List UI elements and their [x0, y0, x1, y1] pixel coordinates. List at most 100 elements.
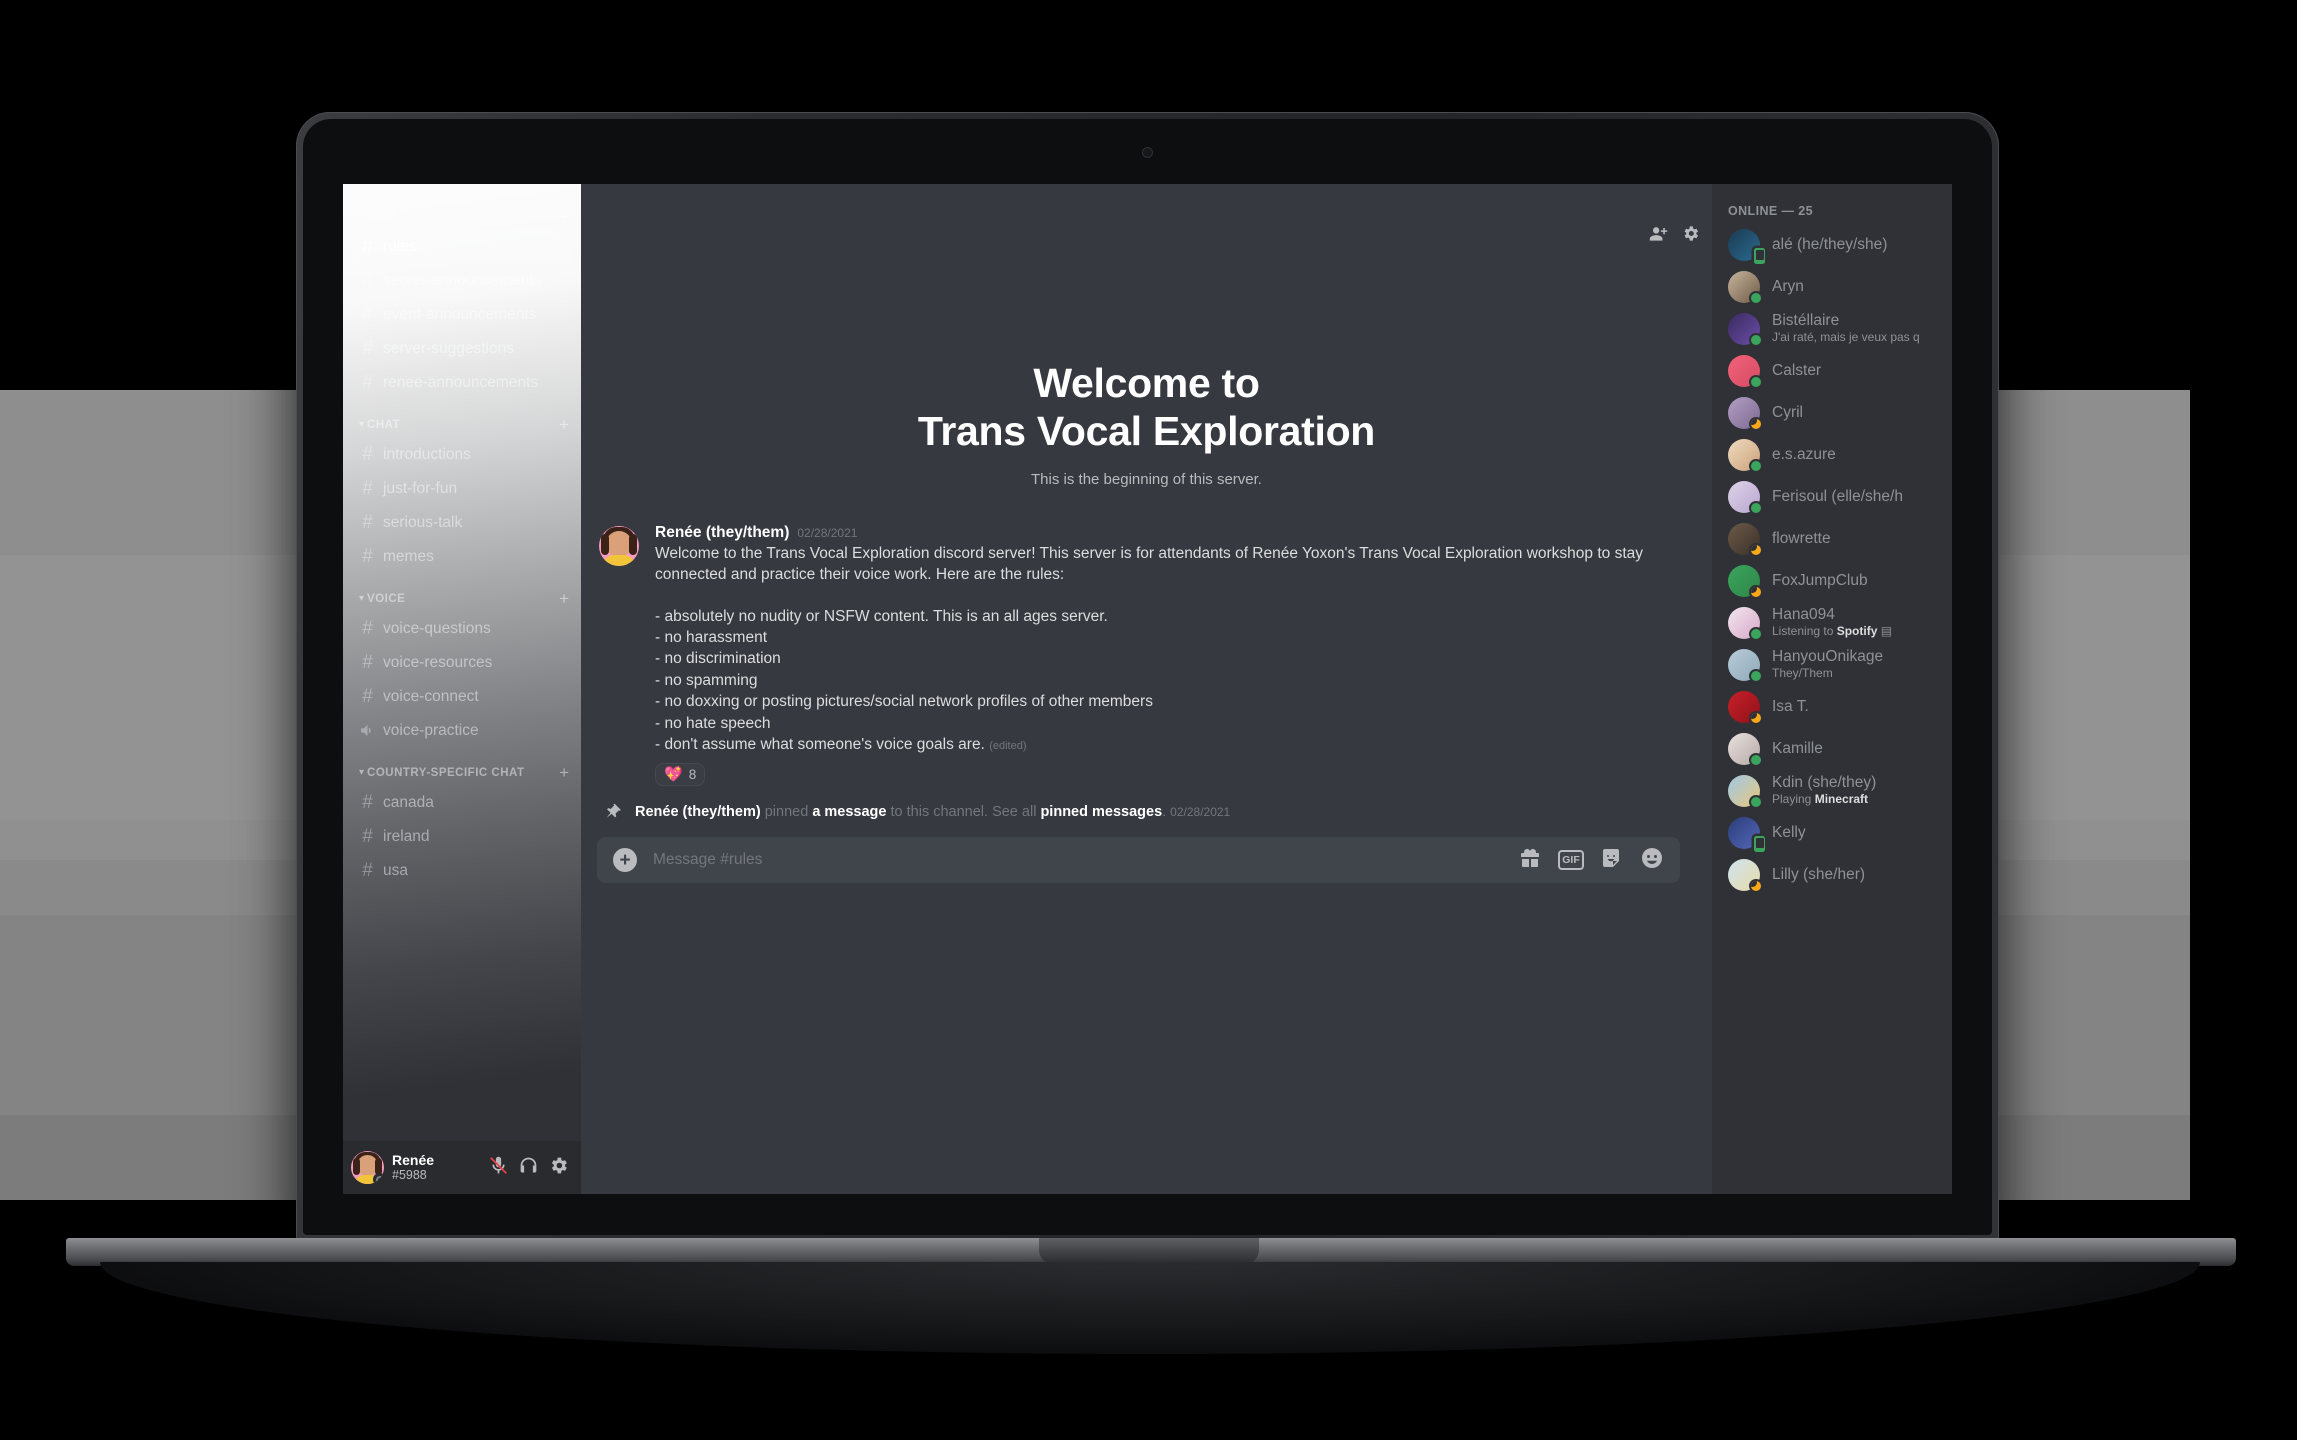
member-row[interactable]: Kelly: [1712, 812, 1952, 854]
avatar[interactable]: [1728, 775, 1763, 809]
avatar[interactable]: [1728, 733, 1763, 767]
hash-icon: #: [362, 477, 373, 499]
sidebar-item-rules[interactable]: # rules: [351, 230, 573, 263]
sidebar-item-event-announcements[interactable]: # event-announcements: [351, 298, 573, 331]
member-row[interactable]: Cyril: [1712, 392, 1952, 434]
gift-icon[interactable]: [1518, 846, 1542, 875]
member-row[interactable]: Calster: [1712, 350, 1952, 392]
add-member-icon[interactable]: [1649, 224, 1668, 248]
sidebar-item-voice-questions[interactable]: # voice-questions: [351, 612, 573, 645]
channel-list[interactable]: ▾ INFO + # rules # server-announcements: [343, 184, 581, 1141]
online-status-icon: [1751, 629, 1761, 639]
sticker-icon[interactable]: [1600, 846, 1624, 875]
avatar[interactable]: [1728, 565, 1763, 599]
category-country-specific-chat[interactable]: ▾ COUNTRY-SPECIFIC CHAT +: [343, 748, 581, 785]
avatar[interactable]: [1728, 313, 1763, 347]
avatar[interactable]: [1728, 691, 1763, 725]
add-channel-button[interactable]: +: [559, 416, 573, 433]
avatar[interactable]: [1728, 523, 1763, 557]
sidebar-item-voice-resources[interactable]: # voice-resources: [351, 646, 573, 679]
add-attachment-button[interactable]: +: [613, 848, 637, 873]
idle-status-icon: [1751, 419, 1761, 429]
sidebar-item-server-announcements[interactable]: # server-announcements: [351, 264, 573, 297]
gear-icon[interactable]: [548, 1155, 569, 1181]
member-row[interactable]: Ferisoul (elle/she/h: [1712, 476, 1952, 518]
hash-icon: #: [362, 651, 373, 673]
message-list: Renée (they/them) 02/28/2021 Welcome to …: [581, 488, 1712, 901]
member-text: Kelly: [1772, 824, 1944, 843]
avatar[interactable]: [1728, 397, 1763, 431]
member-row[interactable]: Kamille: [1712, 728, 1952, 770]
category-info[interactable]: ▾ INFO +: [343, 192, 581, 229]
sidebar-item-serious-talk[interactable]: # serious-talk: [351, 506, 573, 539]
member-row[interactable]: Kdin (she/they) Playing Minecraft: [1712, 770, 1952, 812]
sidebar-item-usa[interactable]: # usa: [351, 854, 573, 887]
sidebar-item-introductions[interactable]: # introductions: [351, 438, 573, 471]
sidebar-item-voice-connect[interactable]: # voice-connect: [351, 680, 573, 713]
category-chat[interactable]: ▾ CHAT +: [343, 400, 581, 437]
message-input[interactable]: Message #rules: [653, 851, 1518, 869]
member-row[interactable]: HanyouOnikage They/Them: [1712, 644, 1952, 686]
member-row[interactable]: alé (he/they/she): [1712, 224, 1952, 266]
chevron-down-icon: ▾: [359, 766, 365, 778]
pinned-timestamp: 02/28/2021: [1170, 804, 1231, 819]
avatar[interactable]: [1728, 859, 1763, 893]
online-status-icon: [1751, 377, 1761, 387]
pinned-author: Renée (they/them): [635, 803, 761, 820]
avatar[interactable]: [1728, 817, 1765, 852]
member-row[interactable]: Bistéllaire J'ai raté, mais je veux pas q: [1712, 308, 1952, 350]
sidebar-item-voice-practice[interactable]: voice-practice: [351, 714, 573, 747]
rule-line: - no harassment: [655, 629, 767, 647]
category-voice[interactable]: ▾ VOICE +: [343, 574, 581, 611]
hash-icon: #: [362, 269, 373, 291]
pinned-end: .: [1162, 803, 1167, 820]
member-text: FoxJumpClub: [1772, 572, 1944, 591]
add-channel-button[interactable]: +: [559, 208, 573, 225]
avatar[interactable]: [1728, 481, 1763, 515]
sidebar-item-ireland[interactable]: # ireland: [351, 820, 573, 853]
member-list[interactable]: ONLINE — 25 alé (he/they/she) Aryn Bistéll…: [1712, 184, 1952, 1194]
message-author[interactable]: Renée (they/them): [655, 524, 789, 542]
sidebar-item-canada[interactable]: # canada: [351, 786, 573, 819]
avatar[interactable]: [1728, 649, 1763, 683]
avatar[interactable]: [1728, 355, 1763, 389]
message-composer[interactable]: + Message #rules GIF: [597, 837, 1680, 884]
member-name: Hana094: [1772, 606, 1835, 624]
online-status-icon: [1751, 797, 1761, 807]
member-row[interactable]: Lilly (she/her): [1712, 854, 1952, 896]
member-text: Kamille: [1772, 740, 1944, 759]
screenshot-stage: ▾ INFO + # rules # server-announcements: [0, 0, 2297, 1440]
hash-icon: #: [362, 617, 373, 639]
hash-icon: #: [362, 443, 373, 465]
microphone-muted-icon[interactable]: [488, 1155, 509, 1181]
message-header: Renée (they/them) 02/28/2021: [655, 524, 1680, 542]
reaction-chip[interactable]: 💖 8: [655, 763, 706, 787]
member-row[interactable]: Aryn: [1712, 266, 1952, 308]
add-channel-button[interactable]: +: [559, 764, 573, 781]
avatar[interactable]: [351, 1151, 384, 1184]
sidebar-item-memes[interactable]: # memes: [351, 540, 573, 573]
avatar[interactable]: [1728, 607, 1763, 641]
sidebar-item-just-for-fun[interactable]: # just-for-fun: [351, 472, 573, 505]
avatar[interactable]: [1728, 271, 1763, 305]
sidebar-item-server-suggestions[interactable]: # server-suggestions: [351, 332, 573, 365]
mobile-status-icon: [1754, 836, 1765, 852]
member-row[interactable]: FoxJumpClub: [1712, 560, 1952, 602]
pinned-link-all[interactable]: pinned messages: [1040, 804, 1162, 820]
member-text: Kdin (she/they) Playing Minecraft: [1772, 774, 1944, 808]
headset-icon[interactable]: [518, 1155, 539, 1181]
pinned-link-message[interactable]: a message: [812, 804, 886, 820]
sidebar-item-renee-announcements[interactable]: # renee-announcements: [351, 366, 573, 399]
chevron-down-icon: ▾: [359, 210, 365, 222]
avatar[interactable]: [599, 525, 639, 566]
avatar[interactable]: [1728, 439, 1763, 473]
member-row[interactable]: flowrette: [1712, 518, 1952, 560]
gif-button[interactable]: GIF: [1558, 850, 1584, 871]
add-channel-button[interactable]: +: [559, 590, 573, 607]
emoji-icon[interactable]: [1640, 846, 1664, 875]
avatar[interactable]: [1728, 229, 1765, 264]
member-row[interactable]: Hana094 Listening to Spotify ▤: [1712, 602, 1952, 644]
member-row[interactable]: Isa T.: [1712, 686, 1952, 728]
member-row[interactable]: e.s.azure: [1712, 434, 1952, 476]
gear-icon[interactable]: [1681, 224, 1700, 248]
